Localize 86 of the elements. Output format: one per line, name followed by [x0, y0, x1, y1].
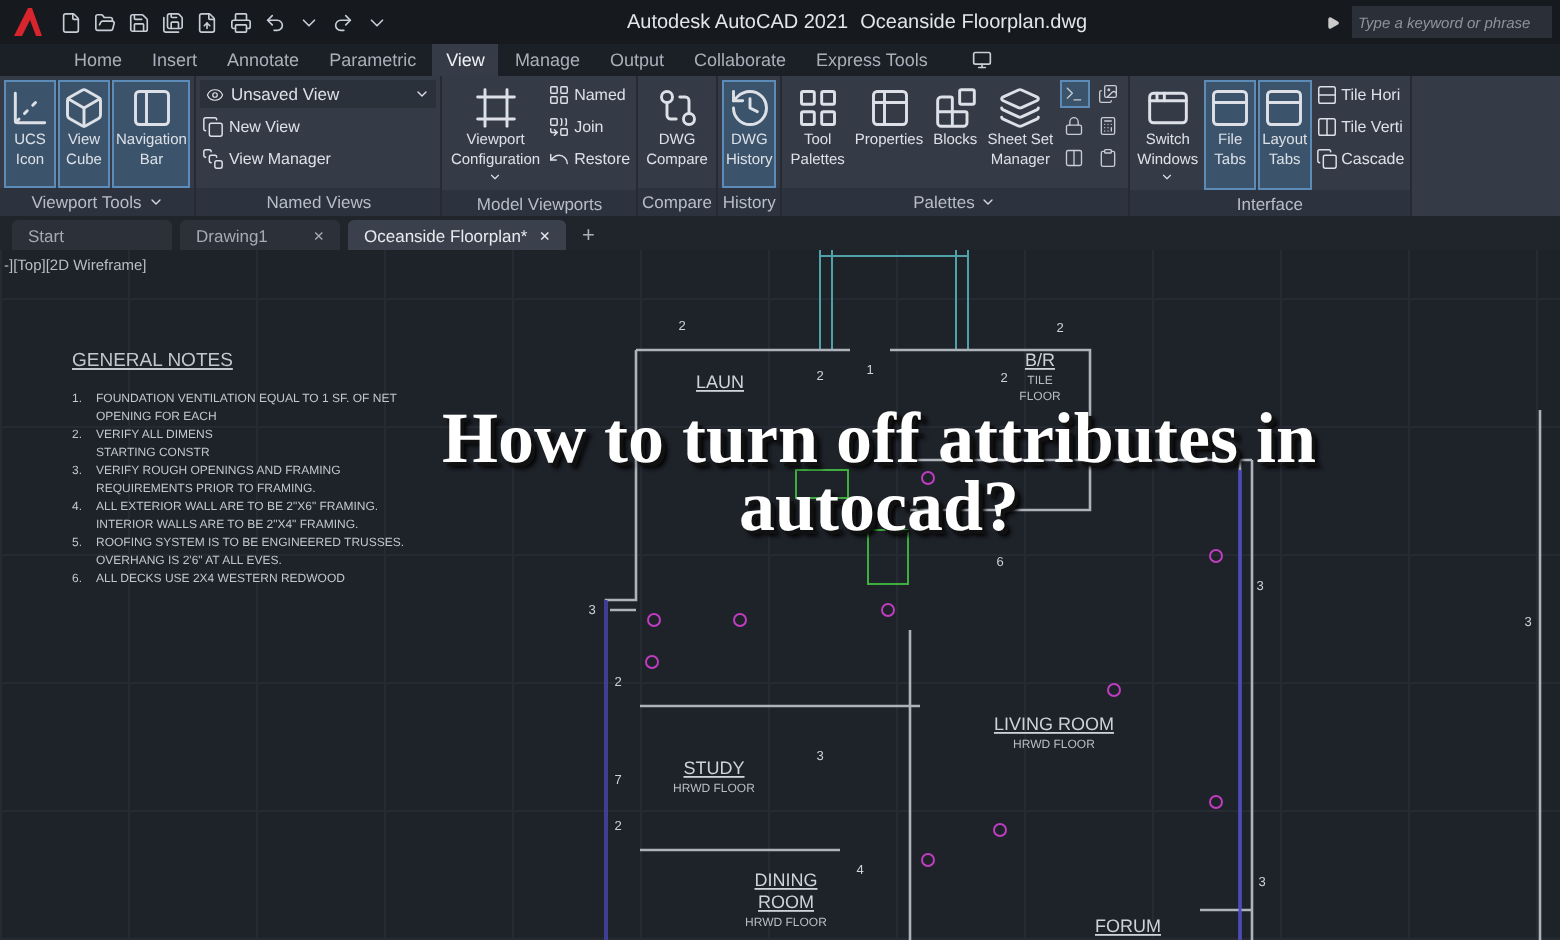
cube-icon	[62, 86, 106, 130]
panel-title: Model Viewports	[476, 193, 603, 214]
panel-title: Viewport Tools	[31, 192, 142, 212]
combine-icon	[548, 115, 571, 137]
caret-icon[interactable]	[980, 194, 997, 210]
compare-icon	[655, 86, 700, 130]
room-name: ROOM	[758, 892, 814, 912]
panel-title: Compare	[642, 192, 712, 212]
room-name: LAUN	[696, 372, 744, 392]
columns-icon	[1315, 115, 1338, 137]
document-tab[interactable]: Drawing1 ×	[180, 220, 340, 250]
printer-icon[interactable]	[230, 11, 252, 33]
rows-icon	[1315, 83, 1338, 105]
ribbon-button[interactable]: New View	[200, 112, 437, 140]
app-title: Autodesk AutoCAD 2021	[626, 11, 849, 33]
ribbon-tab[interactable]: Home	[60, 44, 137, 76]
ribbon-tab[interactable]: Express Tools	[802, 44, 942, 76]
lock-icon	[1064, 116, 1085, 136]
ribbon-button[interactable]: Named	[546, 80, 633, 108]
clipboard-icon	[1098, 148, 1119, 168]
ribbon-button[interactable]: Tile Hori	[1313, 80, 1407, 108]
redo-icon[interactable]	[332, 11, 354, 33]
caret-icon[interactable]	[147, 194, 164, 210]
cascade-icon	[1315, 147, 1338, 169]
file-icon[interactable]	[60, 11, 82, 33]
play-icon[interactable]	[1326, 15, 1341, 29]
room-name: B/R	[1025, 350, 1055, 370]
ribbon-tab[interactable]: Parametric	[315, 44, 431, 76]
file-name: Oceanside Floorplan.dwg	[860, 11, 1088, 33]
palette-button[interactable]	[1059, 80, 1090, 108]
axes-icon	[8, 86, 52, 130]
blocks-icon	[933, 86, 978, 130]
images-icon	[1098, 84, 1119, 104]
grid-icon	[548, 83, 571, 105]
room-name: LIVING ROOM	[994, 714, 1114, 734]
panel-icon	[129, 86, 174, 130]
columns-icon	[1064, 148, 1085, 168]
frame-icon	[473, 86, 518, 130]
close-button[interactable]: ×	[313, 225, 324, 245]
logo-icon[interactable]	[12, 6, 44, 38]
ribbon-button[interactable]: Cascade	[1313, 144, 1407, 172]
ribbon-button[interactable]: Restore	[546, 144, 633, 172]
monitor-icon[interactable]	[971, 50, 992, 70]
ribbon-tab[interactable]: Collaborate	[680, 44, 801, 76]
ribbon-button[interactable]: Tile Verti	[1313, 112, 1407, 140]
layers-icon	[998, 86, 1043, 130]
tab-label[interactable]: Drawing1	[196, 225, 268, 245]
panel-title: History	[722, 192, 776, 212]
copy-icon	[202, 115, 225, 137]
tab-label[interactable]: Oceanside Floorplan*	[364, 225, 528, 245]
room-name: STUDY	[683, 758, 745, 778]
notes-title: GENERAL NOTES	[72, 350, 235, 372]
ribbon-button[interactable]: View Manager	[200, 144, 437, 172]
terminal-icon	[1064, 84, 1085, 104]
grid-icon	[795, 86, 840, 130]
clock-icon	[727, 86, 772, 130]
room-name: DINING	[754, 870, 818, 890]
panel-title: Named Views	[266, 192, 372, 212]
undo-icon[interactable]	[264, 11, 286, 33]
document-tab[interactable]: Start	[12, 220, 172, 250]
ribbon-tab[interactable]: Output	[595, 44, 678, 76]
close-button[interactable]: ×	[539, 225, 551, 245]
view-dropdown[interactable]: Unsaved View	[200, 80, 437, 108]
stack-icon	[202, 147, 225, 169]
room-name: FORUM	[1095, 916, 1161, 936]
save-all-icon[interactable]	[162, 11, 184, 33]
save-icon[interactable]	[128, 11, 150, 33]
windows-icon	[1145, 86, 1190, 130]
tab-icon	[1208, 86, 1253, 130]
ribbon-button[interactable]: Join	[546, 112, 633, 140]
tab-icon	[1262, 86, 1307, 130]
panel-title: Interface	[1236, 193, 1303, 214]
table-icon	[867, 86, 911, 130]
ribbon-tab[interactable]: Annotate	[213, 44, 314, 76]
caret-icon	[414, 86, 431, 102]
file-arrow-icon[interactable]	[196, 11, 218, 33]
tab-label[interactable]: Start	[28, 225, 64, 245]
new-tab-button[interactable]: +	[574, 220, 603, 250]
document-tab[interactable]: Oceanside Floorplan* ×	[348, 220, 567, 250]
panel-title: Palettes	[913, 192, 975, 212]
folder-icon[interactable]	[94, 11, 116, 33]
ribbon-tab[interactable]: Insert	[138, 44, 212, 76]
ribbon-tab[interactable]: View	[432, 44, 499, 76]
calculator-icon	[1098, 116, 1119, 136]
view-icon	[206, 85, 225, 103]
ribbon-tab[interactable]: Manage	[500, 44, 594, 76]
